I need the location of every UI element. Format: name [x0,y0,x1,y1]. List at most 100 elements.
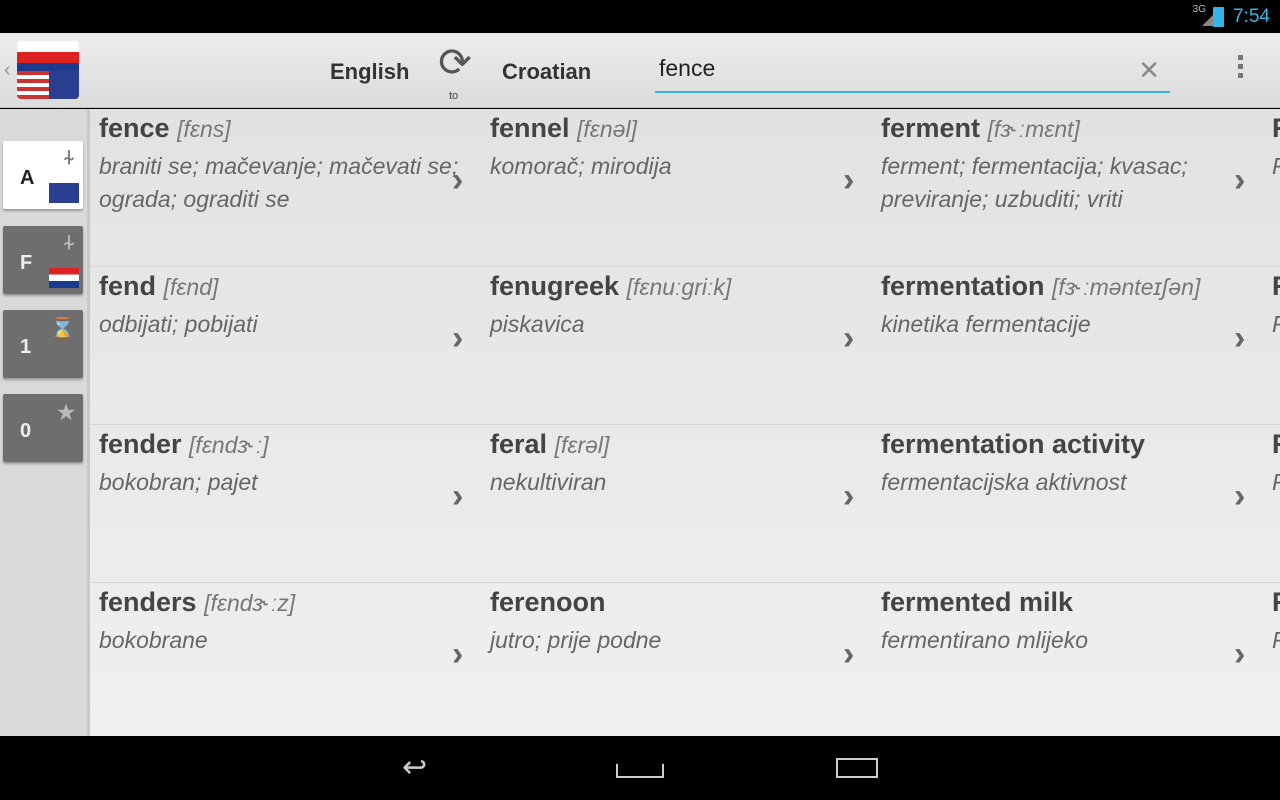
headword: fermentation [fɜ˞ːmənteɪʃən] [881,271,1201,301]
headword: ferment [fɜ˞ːmɛnt] [881,113,1080,143]
status-bar: 3G 7:54 [0,0,1280,33]
result-item[interactable]: F F › [1263,266,1280,424]
navigation-bar: ↩ [0,736,1280,800]
pronunciation: [fɛns] [177,116,231,142]
result-item[interactable]: F F › [1263,424,1280,582]
headword: fend [fɛnd] [99,271,219,301]
chevron-right-icon[interactable]: › [452,635,463,674]
headword: F [1272,113,1280,144]
headword: F [1272,587,1280,618]
headword: fermentation activity [881,429,1146,459]
result-item[interactable]: fence [fɛns] braniti se; mačevanje; mače… [90,109,481,266]
headword: fence [fɛns] [99,113,231,143]
hourglass-icon: ⌛ [50,318,75,340]
chevron-right-icon[interactable]: › [843,635,854,674]
battery-icon [1213,7,1224,27]
tab-english-dictionary[interactable]: A ⍭ [3,141,83,209]
back-caret-icon[interactable]: ‹ [4,59,11,82]
translation: bokobran; pajet [99,469,258,495]
result-item[interactable]: fenders [fɛndɜ˞ːz] bokobrane › [90,582,481,736]
pronunciation: [fɛrəl] [554,432,610,458]
result-item[interactable]: F F › [1263,109,1280,266]
translation: kinetika fermentacije [881,311,1091,337]
headword: fennel [fɛnəl] [490,113,638,143]
translation: F [1272,466,1280,499]
chevron-right-icon[interactable]: › [452,161,463,200]
result-item[interactable]: feral [fɛrəl] nekultiviran › [481,424,872,582]
chevron-right-icon[interactable]: › [1234,635,1245,674]
chevron-right-icon[interactable]: › [843,319,854,358]
croatia-flag-icon [49,268,79,288]
translation: F [1272,308,1280,341]
result-item[interactable]: fenugreek [fɛnuːgriːk] piskavica › [481,266,872,424]
headword: F [1272,271,1280,302]
headword: F [1272,429,1280,460]
translation: bokobrane [99,627,208,653]
result-item[interactable]: F F › [1263,582,1280,736]
target-language[interactable]: Croatian [502,59,591,85]
headword: fender [fɛndɜ˞ː] [99,429,269,459]
result-item[interactable]: fermentation [fɜ˞ːmənteɪʃən] kinetika fe… [872,266,1263,424]
translation: komorač; mirodija [490,153,672,179]
recent-apps-icon[interactable] [836,758,878,778]
headword: fenders [fɛndɜ˞ːz] [99,587,296,617]
chevron-right-icon[interactable]: › [1234,319,1245,358]
uk-flag-icon [49,183,79,203]
result-item[interactable]: ferment [fɜ˞ːmɛnt] ferment; fermentacija… [872,109,1263,266]
overflow-menu-icon[interactable] [1238,55,1244,82]
translation: fermentirano mlijeko [881,627,1089,653]
tab-croatian-dictionary[interactable]: F ⍭ [3,226,83,294]
source-language[interactable]: English [330,59,409,85]
app-logo[interactable] [17,41,79,99]
result-item[interactable]: fend [fɛnd] odbijati; pobijati › [90,266,481,424]
abc-icon: ⍭ [63,232,75,254]
chevron-right-icon[interactable]: › [843,477,854,516]
action-bar: ‹ English ⟳ to Croatian ✕ [0,33,1280,108]
result-item[interactable]: fermentation activity fermentacijska akt… [872,424,1263,582]
tab-favorites[interactable]: 0 ★ [3,394,83,462]
translation: piskavica [490,311,585,337]
tab-history[interactable]: 1 ⌛ [3,310,83,378]
clear-icon[interactable]: ✕ [1138,55,1160,86]
headword: ferenoon [490,587,606,617]
pronunciation: [fɜ˞ːmɛnt] [987,116,1080,142]
pronunciation: [fɜ˞ːmənteɪʃən] [1052,274,1201,300]
swap-languages-icon[interactable]: ⟳ [432,41,478,87]
result-item[interactable]: fennel [fɛnəl] komorač; mirodija › [481,109,872,266]
clock: 7:54 [1233,6,1270,27]
pronunciation: [fɛnd] [163,274,219,300]
home-icon[interactable] [616,758,664,778]
translation: ferment; fermentacija; kvasac; previranj… [881,153,1188,212]
pronunciation: [fɛnəl] [577,116,638,142]
translation: F [1272,150,1280,183]
back-icon[interactable]: ↩ [402,750,427,785]
chevron-right-icon[interactable]: › [452,319,463,358]
star-icon: ★ [57,402,75,424]
result-item[interactable]: ferenoon jutro; prije podne › [481,582,872,736]
pronunciation: [fɛnuːgriːk] [626,274,732,300]
translation: nekultiviran [490,469,607,495]
sidebar: A ⍭ F ⍭ 1 ⌛ 0 ★ [0,109,90,736]
translation: fermentacijska aktivnost [881,469,1127,495]
pronunciation: [fɛndɜ˞ː] [189,432,269,458]
pronunciation: [fɛndɜ˞ːz] [204,590,296,616]
chevron-right-icon[interactable]: › [843,161,854,200]
search-input[interactable] [655,51,1125,86]
abc-icon: ⍭ [63,147,75,169]
headword: fenugreek [fɛnuːgriːk] [490,271,732,301]
chevron-right-icon[interactable]: › [452,477,463,516]
result-item[interactable]: fender [fɛndɜ˞ː] bokobran; pajet › [90,424,481,582]
headword: feral [fɛrəl] [490,429,610,459]
headword: fermented milk [881,587,1074,617]
chevron-right-icon[interactable]: › [1234,161,1245,200]
tab-label: F [20,252,33,274]
translation: jutro; prije podne [490,627,662,653]
result-item[interactable]: fermented milk fermentirano mlijeko › [872,582,1263,736]
translation: F [1272,624,1280,657]
to-label: to [449,90,459,102]
translation: braniti se; mačevanje; mačevati se; ogra… [99,153,459,212]
chevron-right-icon[interactable]: › [1234,477,1245,516]
translation: odbijati; pobijati [99,311,258,337]
tab-label: A [20,167,35,189]
results-grid: fence [fɛns] braniti se; mačevanje; mače… [90,109,1280,736]
